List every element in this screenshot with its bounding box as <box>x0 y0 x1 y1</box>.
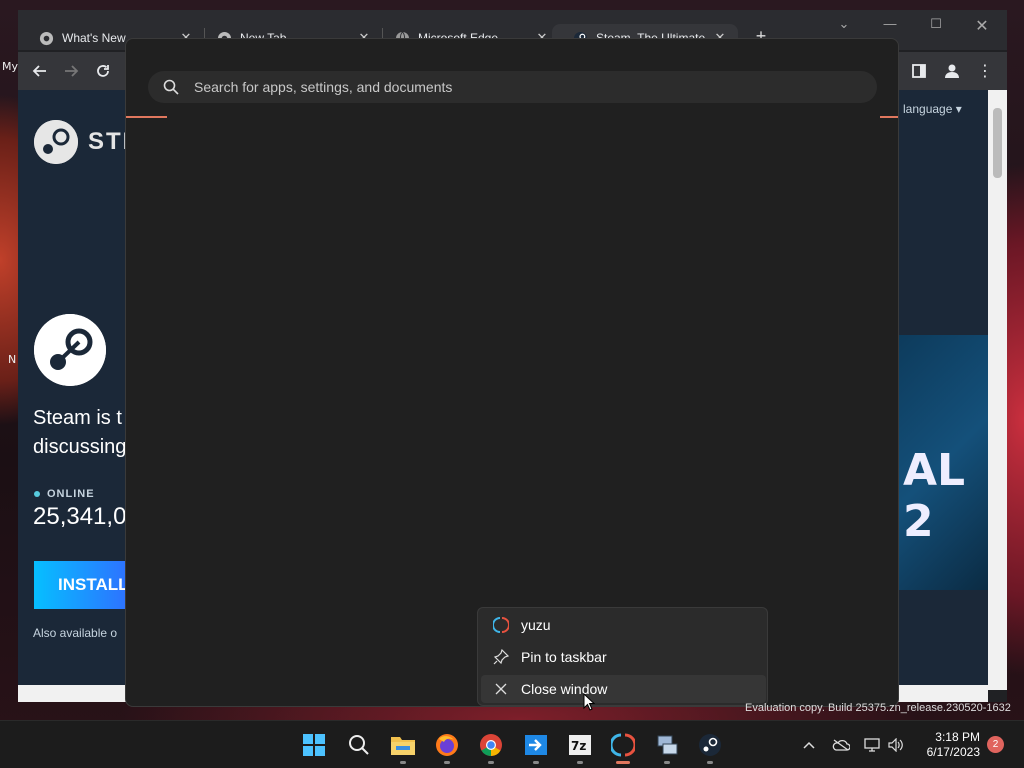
caret-down-icon: ▾ <box>955 102 962 116</box>
online-label-text: ONLINE <box>47 488 95 500</box>
back-arrow-icon[interactable] <box>29 60 51 82</box>
search-icon <box>148 79 194 95</box>
jumplist-item-pin-to-taskbar[interactable]: Pin to taskbar <box>481 643 766 671</box>
close-window-button[interactable]: ✕ <box>962 16 1002 36</box>
start-icon[interactable] <box>300 731 328 759</box>
headline-line: discussing <box>33 436 127 458</box>
jumplist-item-yuzu[interactable]: yuzu <box>481 611 766 639</box>
yuzu-icon <box>481 617 521 633</box>
network-icon[interactable] <box>863 736 881 754</box>
running-indicator <box>400 761 406 764</box>
kebab-menu-icon[interactable]: ⋮ <box>974 60 996 82</box>
firefox-icon[interactable] <box>433 731 461 759</box>
running-indicator <box>488 761 494 764</box>
running-indicator <box>664 761 670 764</box>
network-app-icon[interactable] <box>653 731 681 759</box>
svg-text:7z: 7z <box>571 739 586 753</box>
taskbar: 7z 3:18 PM 6/17/2023 2 <box>0 720 1024 768</box>
headline-line: Steam is t <box>33 407 122 429</box>
close-icon <box>481 683 521 695</box>
language-dropdown[interactable]: language ▾ <box>903 102 962 116</box>
7zip-icon[interactable]: 7z <box>566 731 594 759</box>
steam-headline: Steam is t discussing <box>33 404 133 462</box>
side-panel-icon[interactable] <box>908 60 930 82</box>
running-indicator <box>707 761 713 764</box>
search-icon[interactable] <box>345 731 373 759</box>
clock-time: 3:18 PM <box>935 730 980 744</box>
chevron-down-icon[interactable]: ⌄ <box>824 16 864 32</box>
language-label: language <box>903 102 953 116</box>
taskbar-clock[interactable]: 3:18 PM 6/17/2023 <box>918 730 980 760</box>
minimize-button[interactable]: — <box>870 16 910 31</box>
desktop-icon-label[interactable]: N <box>8 353 16 366</box>
forward-arrow-icon[interactable] <box>60 60 82 82</box>
onedrive-offline-icon[interactable] <box>832 736 850 754</box>
jumplist-label: yuzu <box>521 617 551 633</box>
profile-icon[interactable] <box>941 60 963 82</box>
install-steam-button[interactable]: INSTALL <box>34 561 126 609</box>
search-input[interactable] <box>194 79 877 95</box>
also-available-text: Also available o <box>33 626 118 640</box>
running-indicator <box>444 761 450 764</box>
running-indicator <box>577 761 583 764</box>
chrome-icon[interactable] <box>477 731 505 759</box>
remote-app-icon[interactable] <box>522 731 550 759</box>
loading-indicator <box>126 116 167 118</box>
pin-icon <box>481 649 521 665</box>
notification-badge[interactable]: 2 <box>987 736 1004 753</box>
clock-date: 6/17/2023 <box>926 745 980 759</box>
loading-indicator <box>880 116 898 118</box>
file-explorer-icon[interactable] <box>389 731 417 759</box>
running-indicator <box>533 761 539 764</box>
active-indicator <box>616 761 630 764</box>
online-label: ONLINE <box>34 488 95 500</box>
steam-icon[interactable] <box>696 731 724 759</box>
volume-icon[interactable] <box>887 736 905 754</box>
taskbar-jump-list: yuzu Pin to taskbar Close window <box>477 607 768 706</box>
jumplist-item-close-window[interactable]: Close window <box>481 675 766 703</box>
yuzu-icon[interactable] <box>609 731 637 759</box>
evaluation-watermark: Evaluation copy. Build 25375.zn_release.… <box>745 702 1011 714</box>
mouse-cursor-icon <box>583 692 596 716</box>
jumplist-label: Pin to taskbar <box>521 649 607 665</box>
reload-icon[interactable] <box>92 60 114 82</box>
search-box[interactable] <box>148 71 877 103</box>
chevron-up-icon[interactable] <box>800 736 818 754</box>
chrome-icon <box>38 30 54 46</box>
maximize-button[interactable]: ☐ <box>916 16 956 32</box>
hero-banner-text: AL 2 <box>903 445 966 547</box>
scrollbar-thumb[interactable] <box>993 108 1002 178</box>
steam-large-logo-icon <box>34 314 106 386</box>
desktop-icon-label[interactable]: My <box>2 60 18 73</box>
steam-logo-icon[interactable] <box>34 120 78 164</box>
vertical-scrollbar[interactable] <box>988 90 1007 690</box>
online-dot-icon <box>34 491 40 498</box>
online-count: 25,341,0 <box>33 503 127 530</box>
